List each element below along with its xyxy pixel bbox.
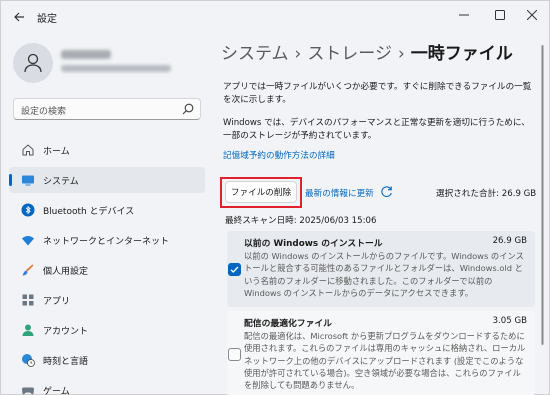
- last-scan-time: 最終スキャン日時: 2025/06/03 15:06: [225, 216, 377, 226]
- home-icon: [21, 143, 35, 157]
- file-size: 26.9 GB: [492, 236, 527, 246]
- refresh-link[interactable]: 最新の情報に更新: [305, 187, 374, 199]
- delete-files-button[interactable]: ファイルの削除: [225, 181, 297, 203]
- sidebar-item-label: システム: [43, 177, 79, 187]
- minimize-icon: [459, 14, 469, 16]
- sidebar-item-time-language[interactable]: 時刻と言語: [9, 347, 205, 373]
- sidebar-item-gaming[interactable]: ゲーム: [9, 377, 205, 395]
- search-input[interactable]: [14, 102, 174, 122]
- settings-window: 設定 ホーム: [0, 0, 550, 395]
- intro-text: アプリでは一時ファイルがいくつか必要です。すぐに削除できるファイルの一覧を次に示…: [223, 82, 532, 105]
- breadcrumb-storage[interactable]: ストレージ: [307, 44, 392, 64]
- sidebar-item-system[interactable]: システム: [9, 167, 205, 193]
- file-description: 配信の最適化は、Microsoft から更新プログラムをダウンロードするために使…: [244, 331, 526, 391]
- file-description: 以前の Windows のインストールからのファイルです。Windows のイン…: [244, 251, 524, 298]
- bluetooth-icon: [21, 203, 35, 217]
- globe-clock-icon: [21, 353, 35, 367]
- sidebar-item-label: ホーム: [43, 147, 70, 157]
- person-icon: [24, 53, 42, 73]
- brush-icon: [21, 263, 35, 277]
- account-icon: [21, 323, 35, 337]
- window-title: 設定: [37, 14, 57, 25]
- back-arrow-icon: [14, 12, 24, 22]
- avatar[interactable]: [13, 43, 53, 83]
- back-button[interactable]: [9, 7, 29, 27]
- page-title: 一時ファイル: [410, 44, 513, 64]
- breadcrumb-system[interactable]: システム: [221, 44, 289, 64]
- selected-total: 選択された合計: 26.9 GB: [436, 189, 537, 199]
- sidebar-item-accounts[interactable]: アカウント: [9, 317, 205, 343]
- reserved-storage-text: Windows では、デバイスのパフォーマンスと正常な更新を適切に行うために、一…: [223, 118, 530, 141]
- file-checkbox-checked[interactable]: [228, 263, 241, 276]
- search-icon[interactable]: [182, 103, 194, 115]
- sidebar-item-label: 時刻と言語: [43, 357, 89, 367]
- search-box[interactable]: [13, 98, 201, 122]
- minimize-button[interactable]: [447, 1, 481, 29]
- monitor-icon: [21, 173, 35, 187]
- refresh-icon[interactable]: [380, 185, 393, 198]
- breadcrumb: システム › ストレージ › 一時ファイル: [221, 39, 513, 64]
- scrollbar[interactable]: [541, 45, 544, 345]
- sidebar-item-label: アカウント: [43, 327, 89, 337]
- file-item-previous-windows[interactable]: 以前の Windows のインストール 26.9 GB 以前の Windows …: [227, 231, 535, 307]
- sidebar-item-home[interactable]: ホーム: [9, 137, 205, 163]
- maximize-icon: [495, 10, 505, 20]
- maximize-button[interactable]: [483, 1, 517, 29]
- checkmark-icon: [230, 266, 239, 273]
- sidebar-item-label: ネットワークとインターネット: [43, 237, 170, 247]
- file-item-delivery-optimization[interactable]: 配信の最適化ファイル 3.05 GB 配信の最適化は、Microsoft から更…: [227, 311, 535, 395]
- gamepad-icon: [21, 383, 35, 395]
- reserved-storage-learn-link[interactable]: 記憶域予約の動作方法の詳細: [223, 149, 335, 161]
- sidebar-item-label: 個人用設定: [43, 267, 89, 277]
- file-title: 以前の Windows のインストール: [244, 239, 383, 249]
- sidebar-nav: ホーム システム Bluetooth とデバイス ネットワークとインターネット …: [9, 137, 205, 395]
- sidebar-item-network[interactable]: ネットワークとインターネット: [9, 227, 205, 253]
- close-icon: [527, 10, 537, 20]
- file-title: 配信の最適化ファイル: [244, 319, 332, 329]
- breadcrumb-separator: ›: [397, 44, 405, 64]
- apps-icon: [21, 293, 35, 307]
- file-checkbox-unchecked[interactable]: [228, 348, 241, 361]
- sidebar-item-apps[interactable]: アプリ: [9, 287, 205, 313]
- sidebar-item-label: アプリ: [43, 297, 71, 307]
- sidebar-item-label: ゲーム: [43, 387, 70, 395]
- sidebar-item-bluetooth[interactable]: Bluetooth とデバイス: [9, 197, 205, 223]
- sidebar-item-label: Bluetooth とデバイス: [43, 207, 135, 217]
- breadcrumb-separator: ›: [294, 44, 302, 64]
- file-size: 3.05 GB: [492, 316, 527, 326]
- user-name-blurred: [61, 50, 111, 59]
- wifi-icon: [21, 233, 35, 247]
- sidebar-item-personalization[interactable]: 個人用設定: [9, 257, 205, 283]
- title-bar: 設定: [1, 1, 549, 33]
- user-email-blurred: [61, 65, 171, 72]
- close-button[interactable]: [515, 1, 549, 29]
